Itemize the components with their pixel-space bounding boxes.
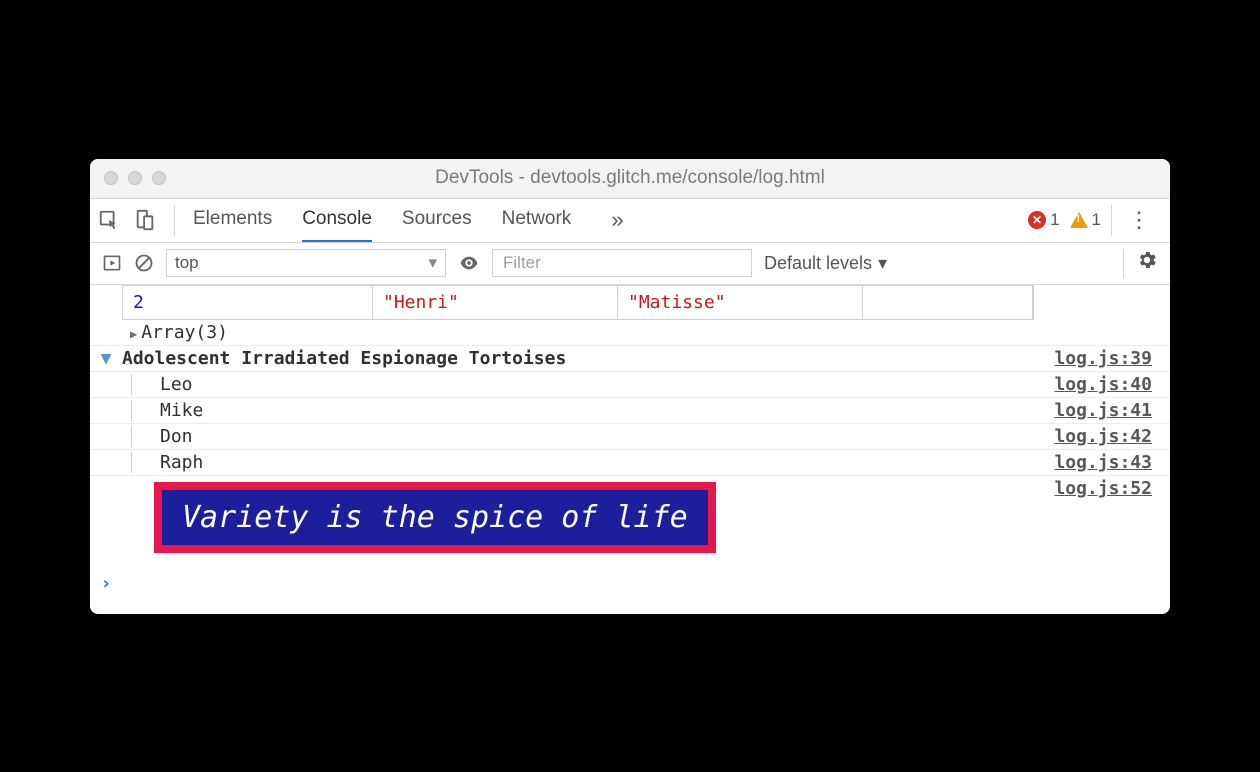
console-output: 2 "Henri" "Matisse" ▶ Array(3) ▼ Adolesce… <box>90 285 1170 614</box>
inspect-icon[interactable] <box>98 209 120 231</box>
source-link[interactable]: log.js:43 <box>1054 452 1170 473</box>
chevron-down-icon: ▾ <box>428 253 437 273</box>
collapse-arrow-icon[interactable]: ▼ <box>90 348 122 369</box>
console-group-item: Don log.js:42 <box>90 424 1170 450</box>
traffic-zoom[interactable] <box>152 171 166 185</box>
console-group-item: Leo log.js:40 <box>90 372 1170 398</box>
table-cell-last: "Matisse" <box>628 292 726 313</box>
source-link[interactable]: log.js:41 <box>1054 400 1170 421</box>
array-label: Array(3) <box>141 322 228 343</box>
tabbar: Elements Console Sources Network » ✕ 1 1… <box>90 199 1170 243</box>
devtools-window: DevTools - devtools.glitch.me/console/lo… <box>90 159 1170 614</box>
warning-count: 1 <box>1092 210 1101 230</box>
prompt-icon: › <box>90 573 122 594</box>
console-group-header[interactable]: ▼ Adolescent Irradiated Espionage Tortoi… <box>90 346 1170 372</box>
error-badge[interactable]: ✕ 1 <box>1028 210 1059 230</box>
log-text: Leo <box>131 374 193 395</box>
tab-overflow-icon[interactable]: » <box>611 199 623 242</box>
gear-icon[interactable] <box>1136 249 1158 277</box>
source-link[interactable]: log.js:42 <box>1054 426 1170 447</box>
main-menu-icon[interactable]: ⋮ <box>1122 207 1156 233</box>
warning-badge[interactable]: 1 <box>1070 210 1101 230</box>
log-levels-label: Default levels <box>764 253 872 274</box>
tabbar-right: ✕ 1 1 ⋮ <box>1028 199 1162 242</box>
source-link[interactable]: log.js:52 <box>1054 478 1170 499</box>
console-prompt[interactable]: › <box>90 561 1170 614</box>
table-cell-empty <box>863 286 1033 319</box>
tab-elements[interactable]: Elements <box>193 199 272 242</box>
console-entry-styled: Variety is the spice of life log.js:52 <box>90 476 1170 561</box>
tabbar-left <box>98 199 174 242</box>
log-text: Mike <box>131 400 203 421</box>
log-text: Raph <box>131 452 203 473</box>
live-expression-icon[interactable] <box>458 252 480 274</box>
warning-icon <box>1070 212 1088 228</box>
context-value: top <box>175 253 199 273</box>
table-row[interactable]: 2 "Henri" "Matisse" <box>122 285 1034 320</box>
console-entry-array[interactable]: ▶ Array(3) <box>90 320 1170 346</box>
window-title: DevTools - devtools.glitch.me/console/lo… <box>90 167 1170 189</box>
context-select[interactable]: top ▾ <box>166 249 446 277</box>
panel-tabs: Elements Console Sources Network » <box>175 199 624 242</box>
source-link[interactable]: log.js:39 <box>1054 348 1170 369</box>
console-group-item: Mike log.js:41 <box>90 398 1170 424</box>
clear-console-icon[interactable] <box>134 253 154 273</box>
log-text: Don <box>131 426 193 447</box>
chevron-down-icon: ▾ <box>878 253 887 274</box>
console-toolbar: top ▾ Default levels ▾ <box>90 243 1170 285</box>
separator <box>1111 205 1112 236</box>
table-cell-index: 2 <box>123 286 373 319</box>
error-icon: ✕ <box>1028 211 1046 229</box>
expand-arrow-icon[interactable]: ▶ <box>130 327 137 341</box>
tab-sources[interactable]: Sources <box>402 199 472 242</box>
sidebar-toggle-icon[interactable] <box>102 253 122 273</box>
styled-log-text: Variety is the spice of life <box>154 482 716 553</box>
device-toolbar-icon[interactable] <box>134 209 156 231</box>
group-title: Adolescent Irradiated Espionage Tortoise… <box>122 348 566 369</box>
tab-network[interactable]: Network <box>502 199 572 242</box>
traffic-minimize[interactable] <box>128 171 142 185</box>
console-group-item: Raph log.js:43 <box>90 450 1170 476</box>
error-count: 1 <box>1050 210 1059 230</box>
titlebar: DevTools - devtools.glitch.me/console/lo… <box>90 159 1170 199</box>
separator <box>1123 249 1124 278</box>
tab-console[interactable]: Console <box>302 199 372 242</box>
table-cell-first: "Henri" <box>383 292 459 313</box>
traffic-lights <box>90 171 166 185</box>
source-link[interactable]: log.js:40 <box>1054 374 1170 395</box>
traffic-close[interactable] <box>104 171 118 185</box>
filter-input[interactable] <box>492 249 752 277</box>
log-levels-select[interactable]: Default levels ▾ <box>764 253 887 274</box>
